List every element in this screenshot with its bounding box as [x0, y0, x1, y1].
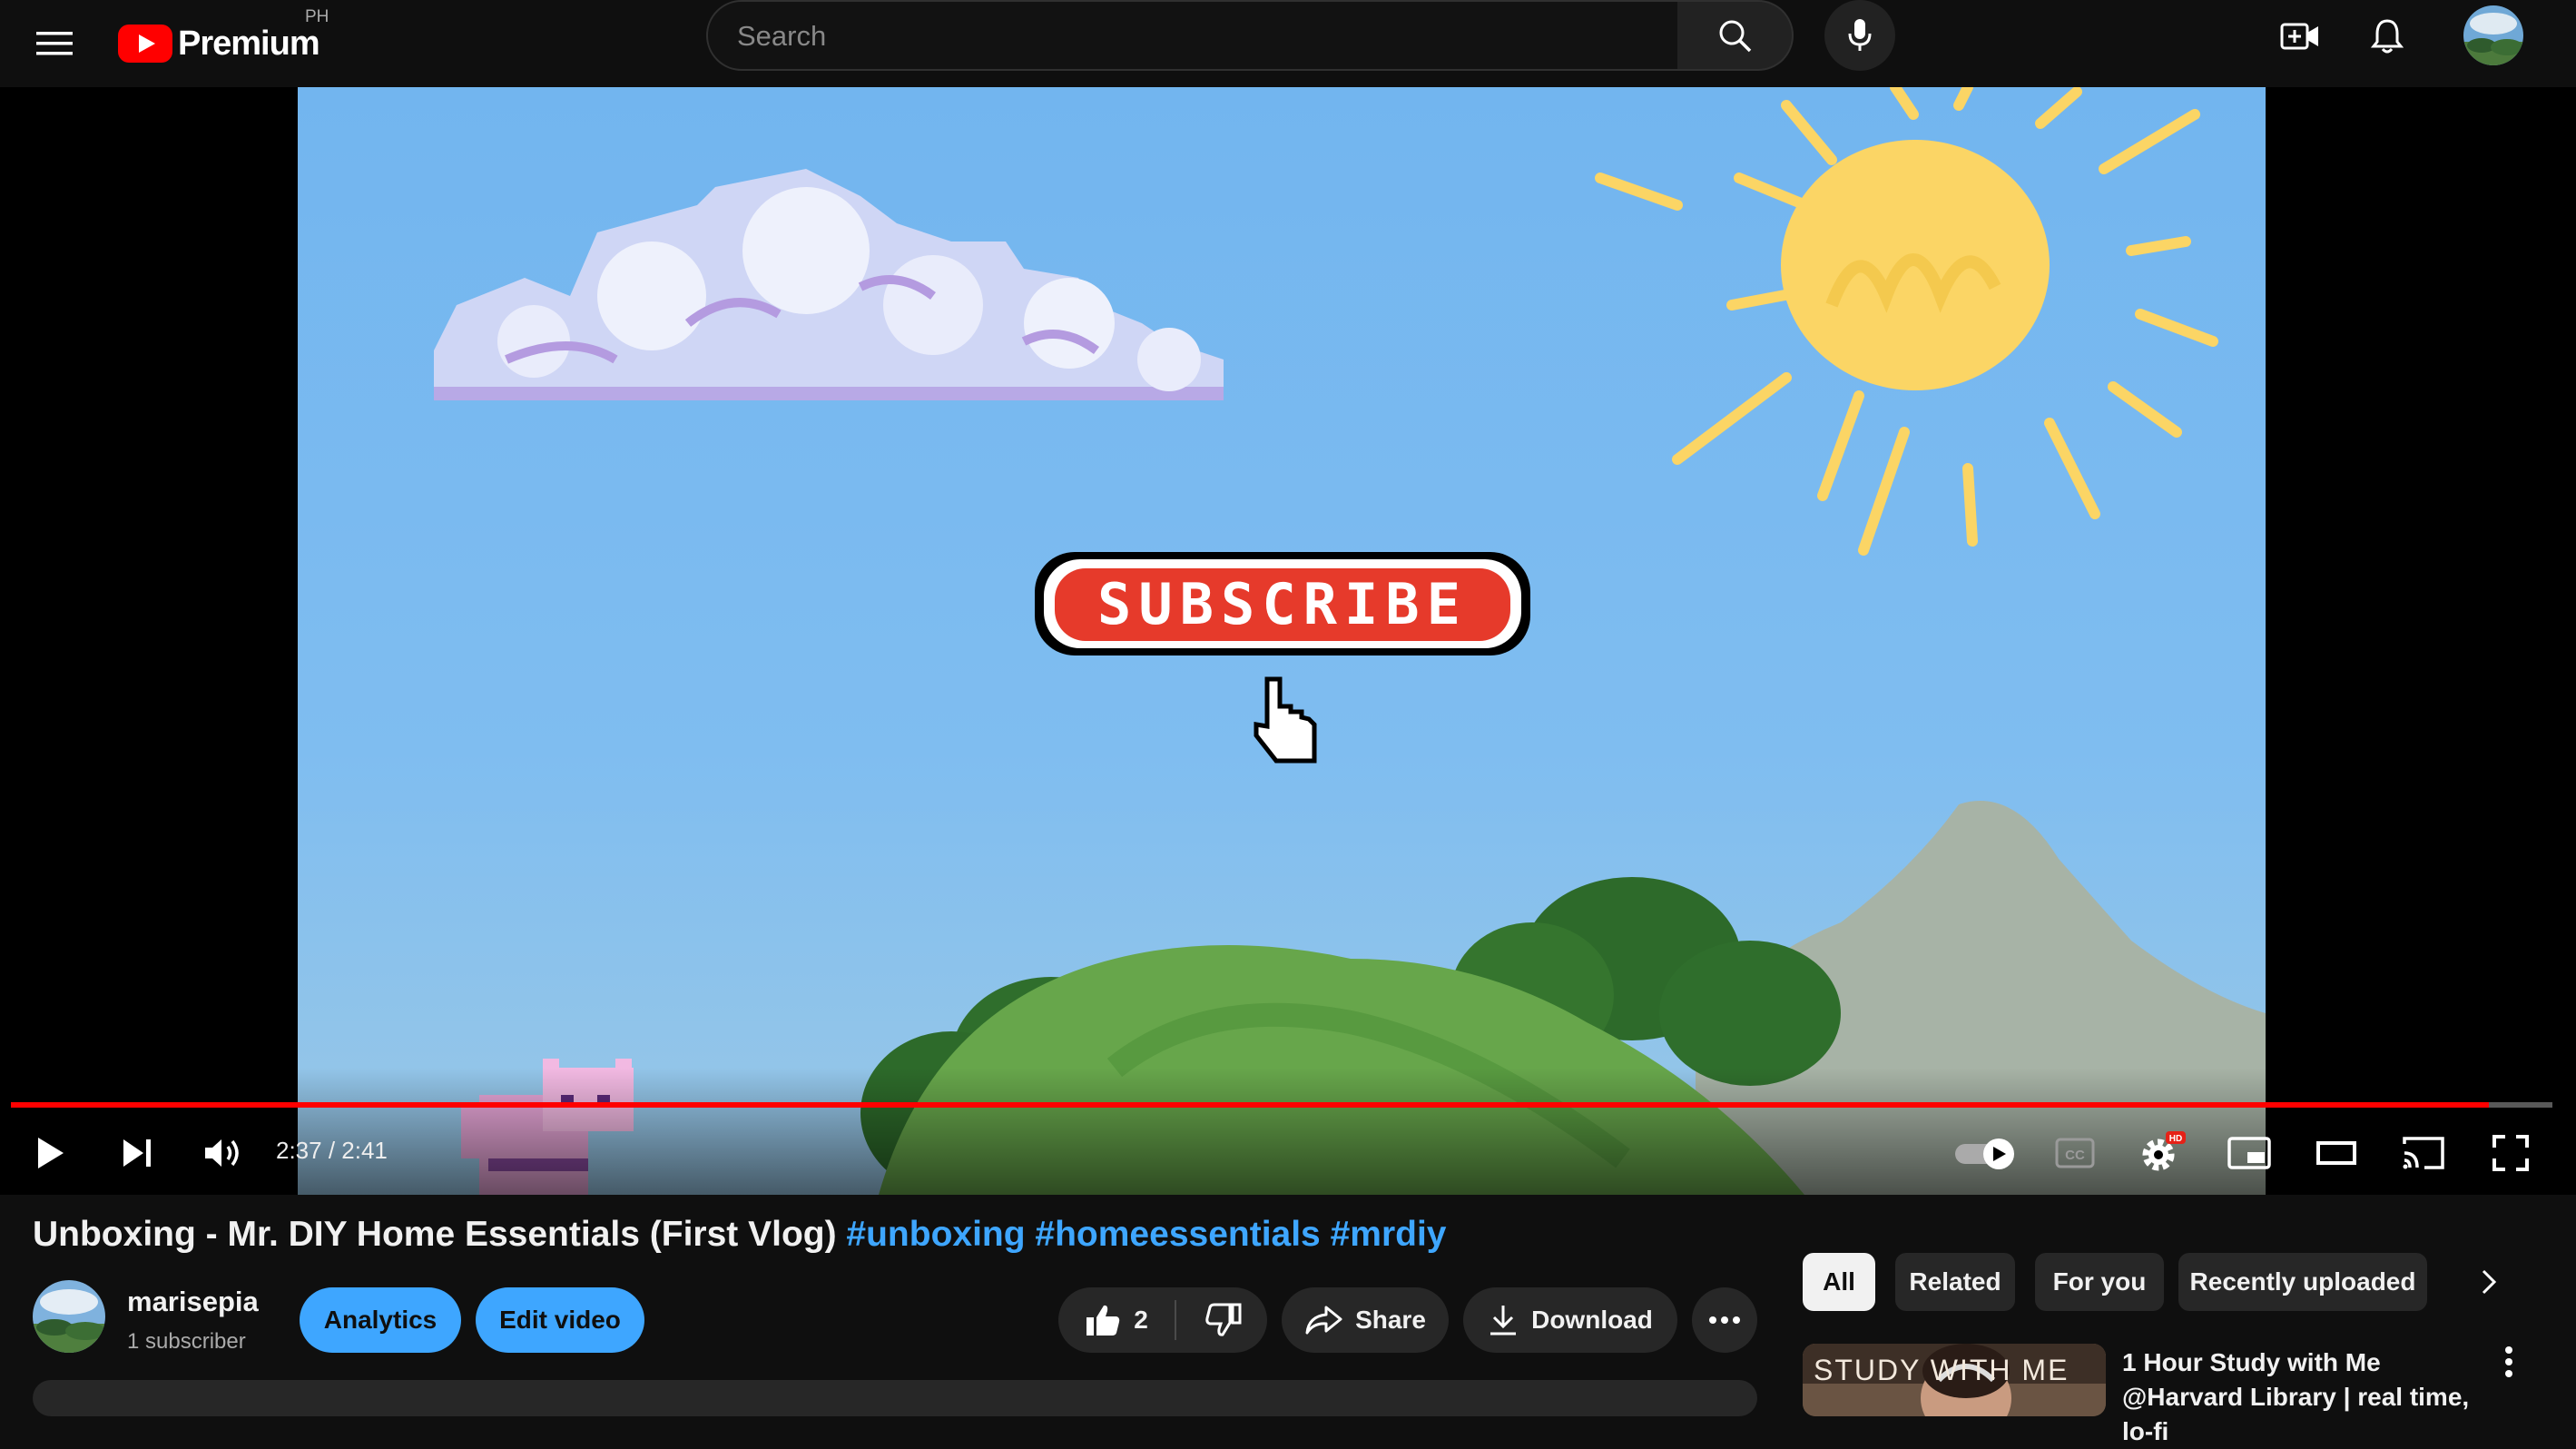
notifications-button[interactable] — [2356, 5, 2418, 67]
channel-avatar[interactable] — [33, 1280, 105, 1353]
recommendation-thumbnail[interactable]: STUDY WITH ME — [1803, 1344, 2106, 1416]
gear-icon: HD — [2142, 1131, 2186, 1171]
hashtags: #unboxing #homeessentials #mrdiy — [846, 1215, 1446, 1254]
play-button[interactable] — [16, 1119, 85, 1188]
video-player[interactable]: SUBSCRIBE 2:37 / 2:41 CC HD — [0, 87, 2576, 1195]
progress-played — [11, 1102, 2489, 1108]
chip-all[interactable]: All — [1803, 1253, 1875, 1311]
more-horizontal-icon — [1709, 1316, 1740, 1324]
volume-icon — [205, 1139, 239, 1167]
more-actions-button[interactable] — [1692, 1287, 1757, 1353]
theater-mode-icon — [2316, 1141, 2356, 1165]
description-box[interactable] — [33, 1380, 1757, 1416]
download-button[interactable]: Download — [1463, 1287, 1677, 1353]
search-button[interactable] — [1677, 0, 1794, 71]
captions-icon: CC — [2055, 1138, 2095, 1168]
hd-badge: HD — [2169, 1134, 2182, 1144]
logo-text: Premium — [178, 24, 320, 63]
account-avatar[interactable] — [2463, 5, 2523, 65]
miniplayer-icon — [2227, 1137, 2271, 1169]
avatar-image — [2463, 5, 2523, 65]
captions-button[interactable]: CC — [2040, 1119, 2109, 1188]
microphone-icon — [1848, 19, 1872, 51]
bell-icon — [2370, 19, 2404, 54]
subscribe-text: SUBSCRIBE — [1097, 571, 1468, 637]
share-button[interactable]: Share — [1282, 1287, 1449, 1353]
miniplayer-button[interactable] — [2215, 1119, 2284, 1188]
region-code: PH — [305, 7, 329, 26]
cast-icon — [2403, 1137, 2444, 1169]
video-title: Unboxing - Mr. DIY Home Essentials (Firs… — [33, 1215, 1447, 1255]
thumbs-up-icon — [1086, 1305, 1120, 1336]
chips-next-button[interactable] — [2456, 1249, 2522, 1315]
chip-related[interactable]: Related — [1895, 1253, 2015, 1311]
share-icon — [1305, 1306, 1342, 1335]
channel-name[interactable]: marisepia — [127, 1286, 259, 1318]
chip-recently-uploaded[interactable]: Recently uploaded — [2178, 1253, 2427, 1311]
like-divider — [1175, 1300, 1176, 1340]
download-label: Download — [1531, 1306, 1653, 1334]
search-box — [706, 0, 1679, 71]
play-icon — [38, 1138, 64, 1168]
like-button[interactable]: 2 — [1058, 1287, 1175, 1353]
masthead: Premium PH — [0, 0, 2576, 87]
fullscreen-button[interactable] — [2476, 1119, 2545, 1188]
chevron-right-icon — [2482, 1269, 2497, 1295]
like-count: 2 — [1134, 1306, 1148, 1334]
channel-avatar-image — [33, 1280, 105, 1353]
fullscreen-icon — [2492, 1135, 2529, 1171]
autoplay-toggle-icon — [1955, 1138, 2014, 1169]
youtube-premium-logo[interactable]: Premium — [118, 16, 320, 71]
settings-button[interactable]: HD — [2128, 1119, 2197, 1188]
search-icon — [1719, 20, 1752, 53]
subscriber-count: 1 subscriber — [127, 1329, 246, 1354]
video-frame: SUBSCRIBE — [298, 87, 2266, 1195]
download-icon — [1490, 1306, 1517, 1336]
autoplay-toggle[interactable] — [1948, 1119, 2026, 1188]
youtube-logo-icon — [118, 25, 172, 63]
more-vertical-icon — [2505, 1346, 2512, 1377]
video-create-icon — [2280, 23, 2318, 50]
menu-button[interactable] — [24, 13, 85, 74]
voice-search-button[interactable] — [1824, 0, 1895, 71]
hashtag-link[interactable]: #unboxing — [846, 1215, 1025, 1254]
svg-text:CC: CC — [2065, 1148, 2085, 1163]
next-button[interactable] — [103, 1119, 172, 1188]
skip-next-icon — [123, 1139, 151, 1167]
search-input[interactable] — [735, 15, 1647, 58]
chip-for-you[interactable]: For you — [2035, 1253, 2164, 1311]
recommendation-title[interactable]: 1 Hour Study with Me @Harvard Library | … — [2122, 1346, 2503, 1449]
thumbs-down-icon — [1205, 1303, 1242, 1336]
like-dislike-group: 2 — [1058, 1287, 1267, 1353]
hamburger-icon — [36, 32, 73, 55]
share-label: Share — [1355, 1306, 1426, 1334]
theater-mode-button[interactable] — [2302, 1119, 2371, 1188]
subscribe-graphic: SUBSCRIBE — [1035, 552, 1530, 656]
edit-video-button[interactable]: Edit video — [476, 1287, 644, 1353]
video-title-text: Unboxing - Mr. DIY Home Essentials (Firs… — [33, 1215, 837, 1254]
progress-bar[interactable] — [11, 1102, 2552, 1108]
analytics-button[interactable]: Analytics — [300, 1287, 461, 1353]
recommendation-menu-button[interactable] — [2491, 1346, 2527, 1400]
cast-button[interactable] — [2389, 1119, 2458, 1188]
dislike-button[interactable] — [1180, 1287, 1267, 1353]
create-button[interactable] — [2269, 5, 2331, 67]
hashtag-link[interactable]: #homeessentials — [1035, 1215, 1320, 1254]
hashtag-link[interactable]: #mrdiy — [1331, 1215, 1447, 1254]
thumbnail-text: STUDY WITH ME — [1814, 1354, 2069, 1386]
volume-button[interactable] — [189, 1119, 258, 1188]
time-display: 2:37 / 2:41 — [276, 1137, 388, 1164]
thumbnail-image: STUDY WITH ME — [1803, 1344, 2106, 1416]
